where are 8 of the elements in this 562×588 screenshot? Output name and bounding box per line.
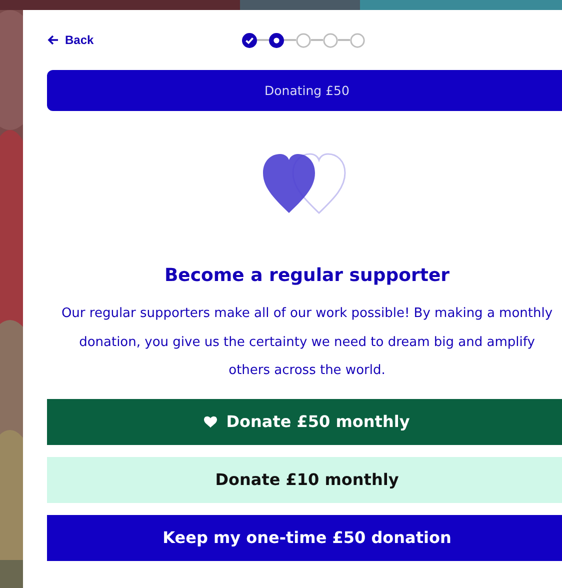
heading: Become a regular supporter — [163, 265, 451, 286]
description-text: Our regular supporters make all of our work possible! By making a monthly donation, you give us the certainty we need to dream big and amplify others across the world. — [60, 305, 554, 380]
donate-button[interactable]: Donate £50 monthly — [47, 398, 562, 444]
donation-banner: Donating £50 — [47, 70, 562, 111]
arrow-left-icon — [47, 34, 59, 46]
back-link[interactable]: Back — [47, 33, 94, 47]
donate-button[interactable]: Keep my one-time £50 donation — [47, 514, 562, 560]
donate-button[interactable]: Donate £10 monthly — [47, 456, 562, 502]
